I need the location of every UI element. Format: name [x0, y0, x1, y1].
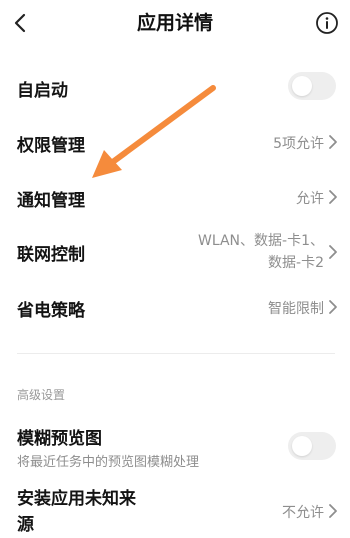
- battery-value: 智能限制: [268, 301, 324, 317]
- unknown-sources-label: 安装应用未知来 源: [17, 486, 136, 538]
- app-details-page: 应用详情 自启动 权限管理 5项允许 通知管理 允许 联网控制 WLAN、数据-…: [0, 0, 350, 538]
- network-row[interactable]: 联网控制 WLAN、数据-卡1、 数据-卡2: [0, 228, 350, 278]
- battery-label: 省电策略: [17, 301, 85, 321]
- permissions-label: 权限管理: [17, 136, 85, 156]
- toggle-knob: [292, 76, 312, 96]
- permissions-value: 5项允许: [273, 136, 324, 152]
- unknown-sources-label-line1: 安装应用未知来: [17, 489, 136, 509]
- unknown-sources-row[interactable]: 安装应用未知来 源 不允许: [0, 484, 350, 538]
- blur-preview-row: 模糊预览图 将最近任务中的预览图模糊处理: [0, 420, 350, 472]
- autostart-row: 自启动: [0, 66, 350, 106]
- section-divider: [17, 353, 335, 354]
- blur-preview-toggle[interactable]: [288, 432, 336, 460]
- chevron-right-icon: [329, 190, 337, 204]
- toggle-knob: [292, 436, 312, 456]
- autostart-toggle[interactable]: [288, 72, 336, 100]
- info-circle-icon: [316, 12, 338, 34]
- permissions-row[interactable]: 权限管理 5项允许: [0, 122, 350, 162]
- blur-preview-label: 模糊预览图: [17, 429, 102, 449]
- network-value: WLAN、数据-卡1、 数据-卡2: [198, 230, 324, 274]
- page-title: 应用详情: [136, 12, 213, 34]
- battery-row[interactable]: 省电策略 智能限制: [0, 288, 350, 328]
- chevron-right-icon: [329, 504, 337, 518]
- network-label: 联网控制: [17, 245, 85, 265]
- notifications-row[interactable]: 通知管理 允许: [0, 178, 350, 218]
- chevron-right-icon: [329, 135, 337, 149]
- chevron-right-icon: [329, 300, 337, 314]
- network-value-line2: 数据-卡2: [268, 255, 324, 271]
- advanced-section-title: 高级设置: [17, 388, 66, 402]
- notifications-value: 允许: [296, 191, 324, 207]
- header: 应用详情: [0, 0, 350, 50]
- chevron-right-icon: [329, 245, 337, 259]
- blur-preview-subtitle: 将最近任务中的预览图模糊处理: [17, 455, 200, 470]
- unknown-sources-label-line2: 源: [17, 515, 34, 535]
- network-value-line1: WLAN、数据-卡1、: [198, 233, 324, 249]
- autostart-label: 自启动: [17, 81, 68, 101]
- info-button[interactable]: [314, 10, 340, 36]
- notifications-label: 通知管理: [17, 191, 85, 211]
- unknown-sources-value: 不允许: [282, 505, 324, 521]
